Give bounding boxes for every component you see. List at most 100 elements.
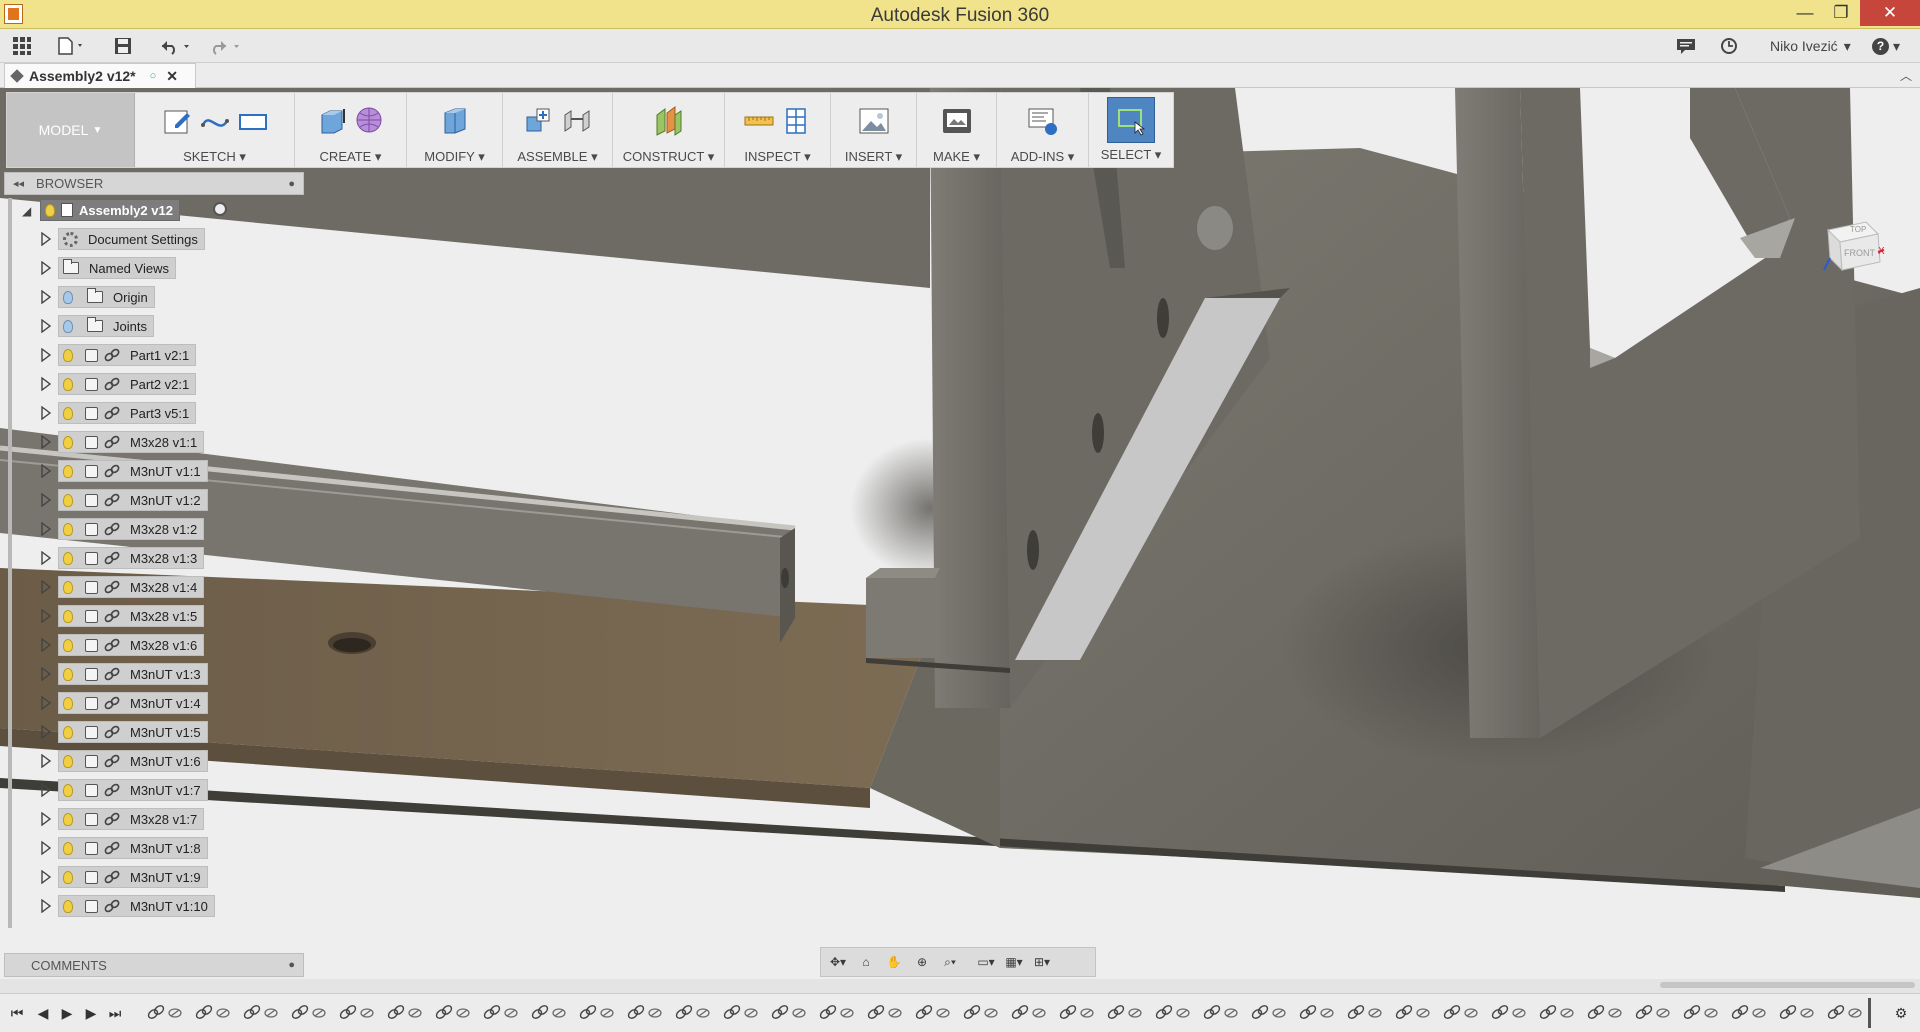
timeline-joint-icon[interactable]: [1201, 1004, 1241, 1022]
expand-triangle-icon[interactable]: [40, 377, 52, 391]
expand-triangle-icon[interactable]: [40, 783, 52, 797]
timeline-joint-icon[interactable]: [1441, 1004, 1481, 1022]
select-window-icon[interactable]: [1107, 97, 1155, 143]
timeline-joint-icon[interactable]: [769, 1004, 809, 1022]
go-to-end-icon[interactable]: ⏭: [106, 1004, 124, 1022]
tree-item-chip[interactable]: M3x28 v1:3: [58, 547, 205, 569]
visibility-bulb-icon[interactable]: [63, 754, 73, 768]
tree-item-chip[interactable]: Part2 v2:1: [58, 373, 197, 395]
timeline-joint-icon[interactable]: [337, 1004, 377, 1022]
visibility-bulb-icon[interactable]: [63, 319, 73, 333]
visibility-bulb-icon[interactable]: [63, 493, 73, 507]
file-menu-icon[interactable]: [56, 35, 86, 57]
spline-icon[interactable]: [199, 105, 231, 137]
tree-row[interactable]: M3x28 v1:6: [0, 633, 260, 657]
expand-triangle-icon[interactable]: [40, 406, 52, 420]
fit-zoom-icon[interactable]: ⌕▾: [939, 952, 961, 972]
timeline-joint-icon[interactable]: [865, 1004, 905, 1022]
visibility-bulb-icon[interactable]: [63, 783, 73, 797]
insert-image-icon[interactable]: [858, 105, 890, 137]
visibility-bulb-icon[interactable]: [63, 522, 73, 536]
tree-item-chip[interactable]: M3x28 v1:5: [58, 605, 205, 627]
timeline-joint-icon[interactable]: [625, 1004, 665, 1022]
sketch-create-icon[interactable]: [161, 105, 193, 137]
go-to-start-icon[interactable]: ⏮: [8, 1004, 26, 1022]
expand-triangle-icon[interactable]: [40, 667, 52, 681]
tree-item-chip[interactable]: M3nUT v1:9: [58, 866, 208, 888]
collapse-triangle-icon[interactable]: ◢: [22, 204, 31, 218]
tree-row[interactable]: Part3 v5:1: [0, 401, 260, 425]
visibility-bulb-icon[interactable]: [63, 290, 73, 304]
grid-settings-icon[interactable]: ▦▾: [1003, 952, 1025, 972]
tree-row[interactable]: M3nUT v1:8: [0, 836, 260, 860]
timeline-scrollbar[interactable]: [0, 979, 1920, 993]
expand-triangle-icon[interactable]: [40, 493, 52, 507]
tree-item-chip[interactable]: M3nUT v1:10: [58, 895, 215, 917]
tree-root-row[interactable]: ◢ Assembly2 v12: [0, 198, 260, 222]
add-comment-icon[interactable]: ●: [288, 959, 295, 971]
timeline-joint-icon[interactable]: [481, 1004, 521, 1022]
interference-icon[interactable]: [781, 105, 813, 137]
tree-row[interactable]: M3x28 v1:5: [0, 604, 260, 628]
data-panel-grid-icon[interactable]: [12, 35, 32, 57]
timeline-joint-icon[interactable]: [1345, 1004, 1385, 1022]
timeline-joint-icon[interactable]: [385, 1004, 425, 1022]
user-menu[interactable]: Niko Ivezić ▾: [1770, 35, 1851, 57]
visibility-bulb-icon[interactable]: [63, 667, 73, 681]
canvas-viewport[interactable]: TOP FRONT X: [0, 88, 1920, 979]
tree-row[interactable]: Named Views: [0, 256, 260, 280]
close-tab-icon[interactable]: ✕: [166, 68, 178, 85]
job-status-clock-icon[interactable]: [1720, 35, 1738, 57]
visibility-bulb-icon[interactable]: [45, 203, 55, 217]
visibility-bulb-icon[interactable]: [63, 551, 73, 565]
visibility-bulb-icon[interactable]: [63, 841, 73, 855]
tree-row[interactable]: M3nUT v1:6: [0, 749, 260, 773]
expand-triangle-icon[interactable]: [40, 754, 52, 768]
timeline-joint-icon[interactable]: [1825, 1004, 1865, 1022]
timeline-joint-icon[interactable]: [529, 1004, 569, 1022]
collapse-ribbon-icon[interactable]: ︿: [1900, 67, 1912, 84]
tree-item-chip[interactable]: M3x28 v1:1: [58, 431, 205, 453]
timeline-joint-icon[interactable]: [289, 1004, 329, 1022]
tree-row[interactable]: M3x28 v1:7: [0, 807, 260, 831]
tree-row[interactable]: Document Settings: [0, 227, 260, 251]
step-forward-icon[interactable]: ▶: [82, 1004, 100, 1022]
timeline-joint-icon[interactable]: [433, 1004, 473, 1022]
tree-row[interactable]: Part1 v2:1: [0, 343, 260, 367]
tree-item-chip[interactable]: Document Settings: [58, 228, 205, 250]
visibility-bulb-icon[interactable]: [63, 638, 73, 652]
workspace-switcher[interactable]: MODEL ▼: [7, 93, 135, 167]
timeline-joint-icon[interactable]: [1681, 1004, 1721, 1022]
timeline-joint-icon[interactable]: [1777, 1004, 1817, 1022]
scripts-icon[interactable]: [1027, 105, 1059, 137]
redo-icon[interactable]: [208, 35, 242, 57]
tree-item-chip[interactable]: M3nUT v1:7: [58, 779, 208, 801]
tree-item-chip[interactable]: M3nUT v1:3: [58, 663, 208, 685]
expand-triangle-icon[interactable]: [40, 232, 52, 246]
expand-triangle-icon[interactable]: [40, 348, 52, 362]
tree-row[interactable]: M3nUT v1:9: [0, 865, 260, 889]
timeline-joint-icon[interactable]: [673, 1004, 713, 1022]
activate-radio-icon[interactable]: [213, 202, 227, 216]
timeline-joint-icon[interactable]: [1057, 1004, 1097, 1022]
visibility-bulb-icon[interactable]: [63, 580, 73, 594]
timeline-joint-icon[interactable]: [1489, 1004, 1529, 1022]
timeline-joint-icon[interactable]: [1105, 1004, 1145, 1022]
tree-item-chip[interactable]: Part3 v5:1: [58, 402, 197, 424]
expand-triangle-icon[interactable]: [40, 261, 52, 275]
tree-item-chip[interactable]: Origin: [58, 286, 155, 308]
tree-item-chip[interactable]: M3nUT v1:5: [58, 721, 208, 743]
timeline-joint-icon[interactable]: [1297, 1004, 1337, 1022]
tree-item-chip[interactable]: M3x28 v1:7: [58, 808, 205, 830]
toolbar-group-modify[interactable]: MODIFY ▾: [407, 93, 503, 167]
toolbar-group-make[interactable]: MAKE ▾: [917, 93, 997, 167]
toolbar-group-assemble[interactable]: ASSEMBLE ▾: [503, 93, 613, 167]
timeline-joint-icon[interactable]: [577, 1004, 617, 1022]
undo-icon[interactable]: [158, 35, 192, 57]
maximize-button[interactable]: ❐: [1818, 0, 1864, 26]
tree-row[interactable]: M3x28 v1:1: [0, 430, 260, 454]
toolbar-group-construct[interactable]: CONSTRUCT ▾: [613, 93, 725, 167]
timeline-joint-icon[interactable]: [1585, 1004, 1625, 1022]
save-icon[interactable]: [114, 35, 132, 57]
tree-item-chip[interactable]: Part1 v2:1: [58, 344, 197, 366]
